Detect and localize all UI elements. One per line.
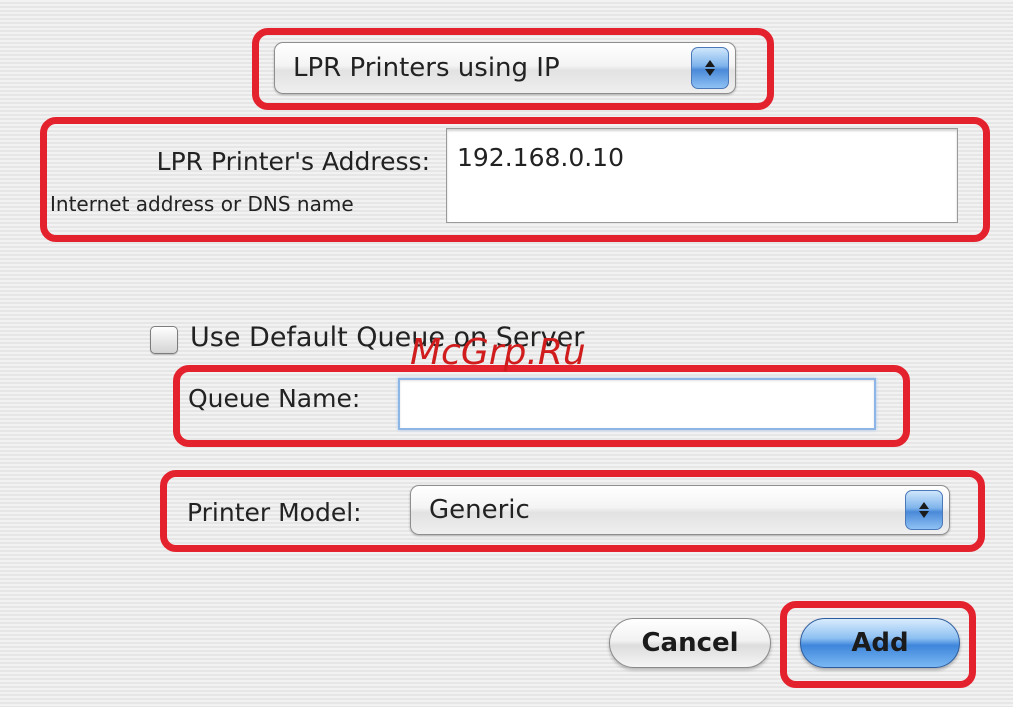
address-label: LPR Printer's Address: (156, 147, 430, 176)
printer-type-popup[interactable]: LPR Printers using IP (274, 42, 736, 94)
add-button[interactable]: Add (800, 618, 960, 668)
queue-name-field[interactable] (398, 378, 876, 430)
popup-arrows-icon (905, 490, 943, 530)
queue-name-label: Queue Name: (188, 384, 361, 413)
cancel-button[interactable]: Cancel (609, 618, 771, 668)
address-hint: Internet address or DNS name (50, 192, 354, 216)
printer-model-popup[interactable]: Generic (410, 485, 950, 535)
popup-arrows-icon (691, 47, 729, 89)
default-queue-label[interactable]: Use Default Queue on Server (190, 322, 584, 353)
address-field[interactable]: 192.168.0.10 (446, 128, 958, 223)
printer-model-label: Printer Model: (187, 498, 362, 527)
printer-model-popup-value: Generic (429, 495, 530, 525)
default-queue-checkbox[interactable] (150, 326, 178, 354)
address-field-value: 192.168.0.10 (457, 143, 624, 172)
printer-type-popup-value: LPR Printers using IP (293, 53, 560, 83)
